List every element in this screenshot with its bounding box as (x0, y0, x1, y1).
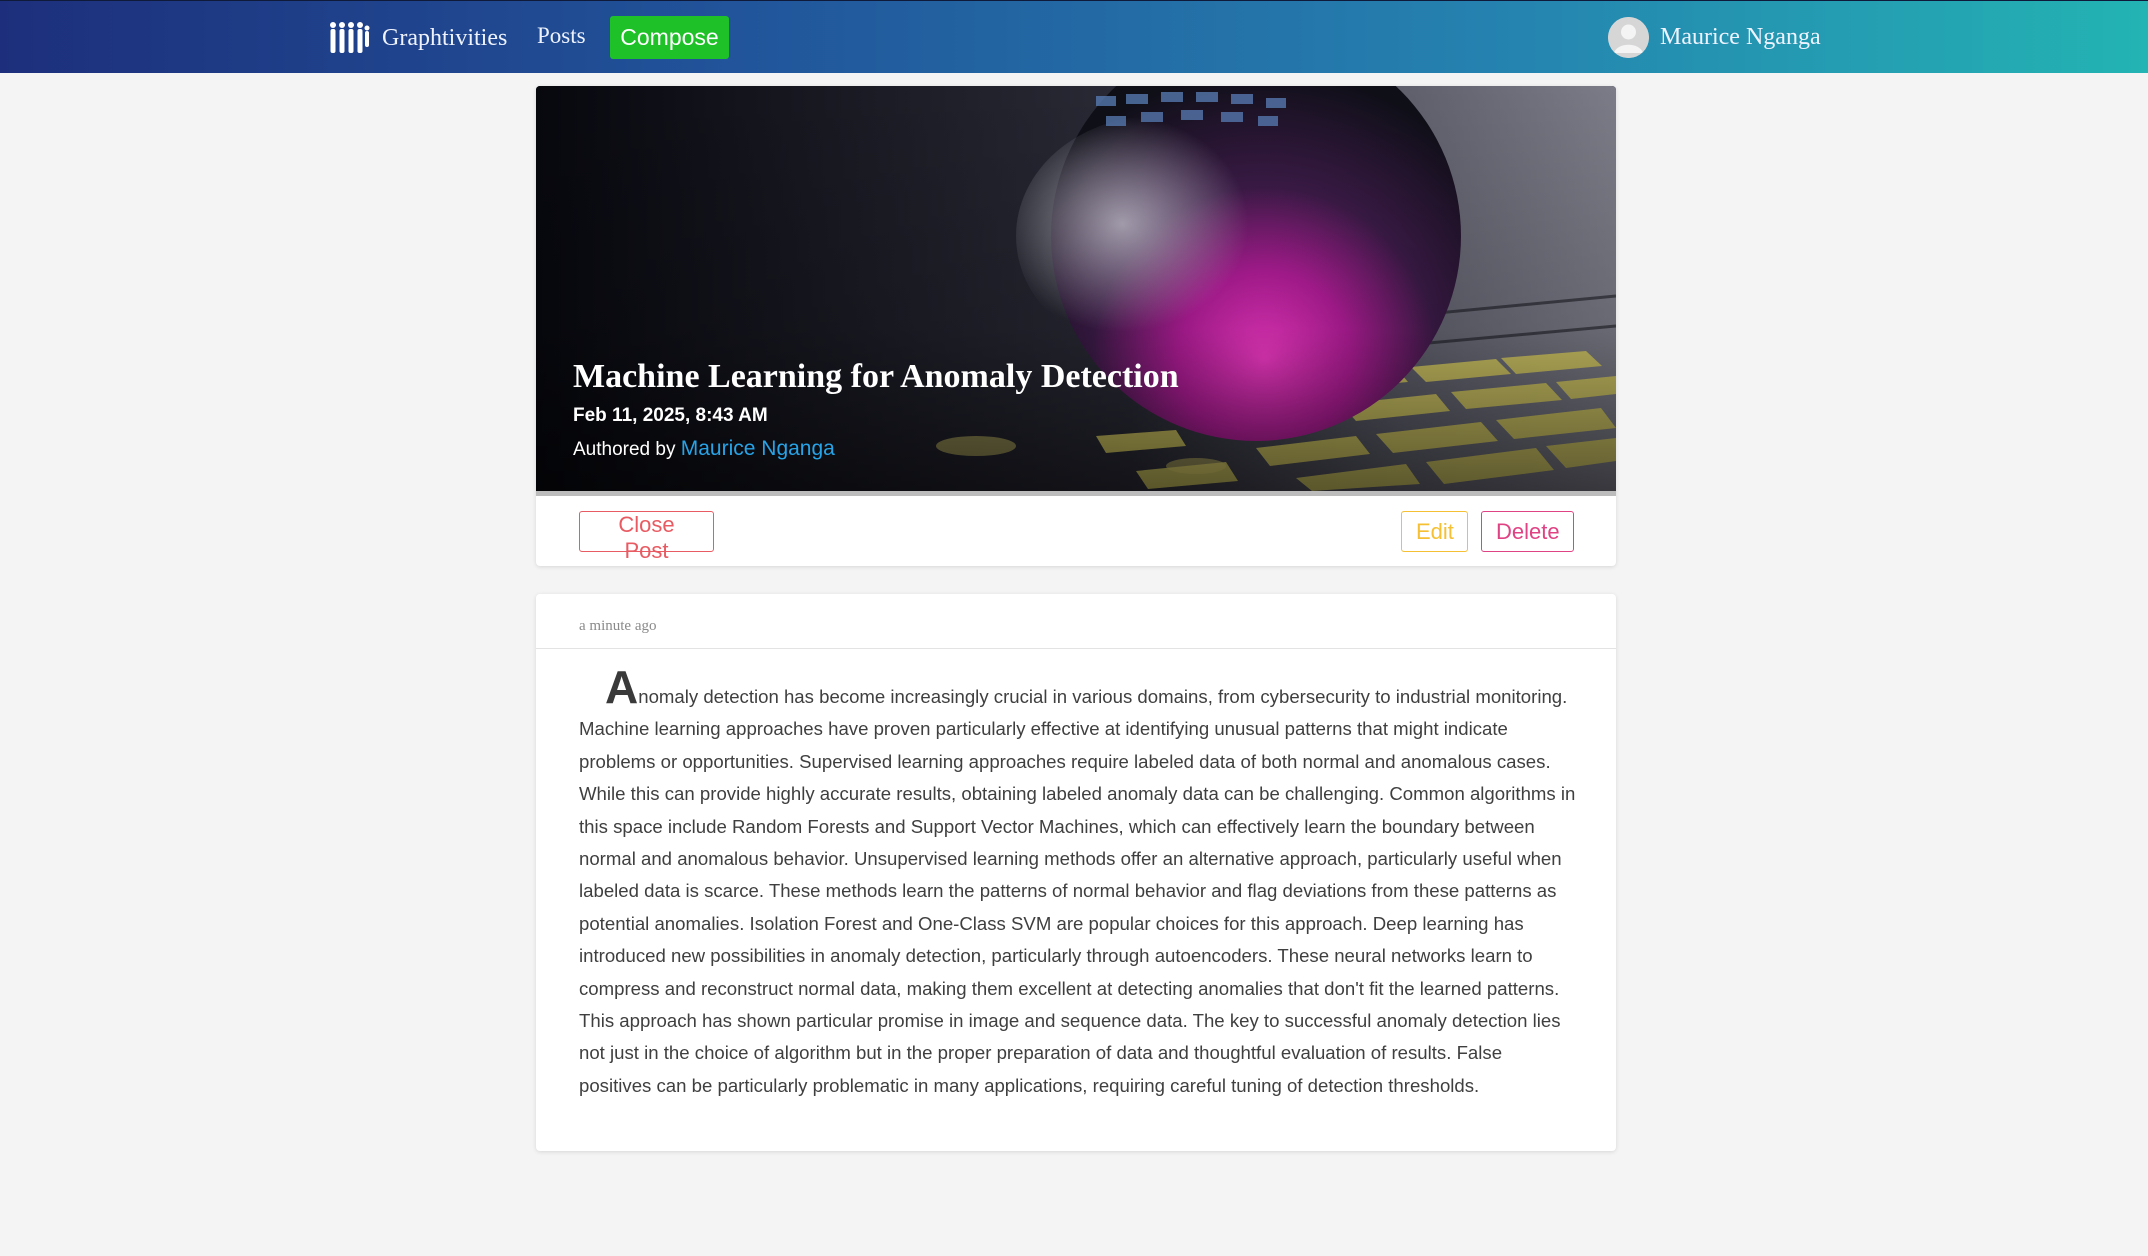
author-link[interactable]: Maurice Nganga (681, 437, 835, 460)
post-body-content: nomaly detection has become increasingly… (579, 686, 1576, 1096)
brand-name: Graphtivities (382, 24, 508, 51)
post-body-card: a minute ago Anomaly detection has becom… (536, 594, 1616, 1151)
close-post-button[interactable]: Close Post (579, 511, 714, 563)
divider (536, 648, 1616, 649)
relative-timestamp: a minute ago (579, 618, 657, 634)
delete-button[interactable]: Delete (1481, 511, 1574, 552)
edit-button[interactable]: Edit (1401, 511, 1468, 552)
authored-by-label: Authored by (573, 439, 676, 460)
post-author-line: Authored by Maurice Nganga (573, 437, 835, 461)
hero-bottom-strip (536, 491, 1616, 496)
top-navbar: Graphtivities Posts Compose Maurice Ngan… (0, 0, 2148, 73)
user-name: Maurice Nganga (1660, 24, 1821, 50)
post-header-card: Machine Learning for Anomaly Detection F… (536, 86, 1616, 566)
drop-cap-letter: A (605, 661, 639, 713)
compose-button[interactable]: Compose (610, 16, 729, 59)
post-title: Machine Learning for Anomaly Detection (573, 358, 1179, 395)
brand-link[interactable]: Graphtivities (328, 19, 507, 57)
hero-image (536, 86, 1616, 491)
people-group-icon (330, 22, 370, 53)
nav-posts-link[interactable]: Posts (537, 23, 586, 49)
post-body-text: Anomaly detection has become increasingl… (579, 664, 1579, 1102)
post-date: Feb 11, 2025, 8:43 AM (573, 405, 768, 426)
user-menu[interactable]: Maurice Nganga (1608, 17, 1821, 58)
user-avatar-icon (1608, 17, 1649, 58)
hero-crystal-ball-graphic (536, 86, 1616, 491)
